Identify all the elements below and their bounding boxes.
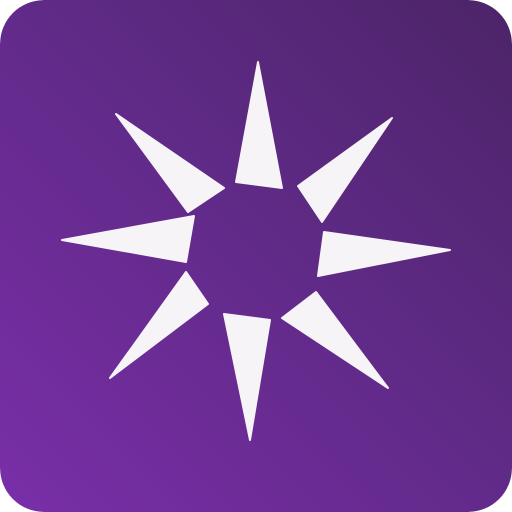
- app-icon[interactable]: [0, 0, 512, 512]
- app-icon-artwork: [0, 0, 512, 512]
